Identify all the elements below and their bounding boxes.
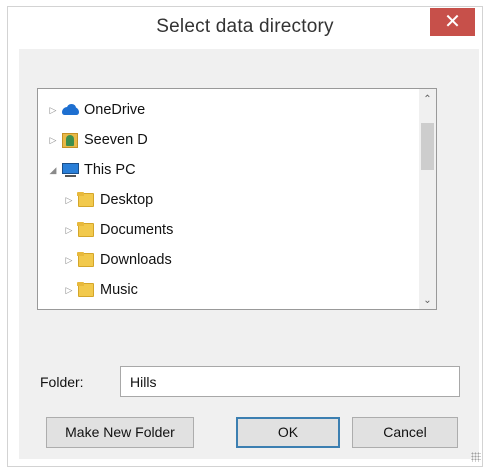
resize-grip-icon[interactable] [471,452,481,462]
tree-item-desktop[interactable]: ▷ Desktop [64,189,153,211]
tree-item-music[interactable]: ▷ Music [64,279,138,301]
folder-name-input[interactable] [120,366,460,397]
scroll-down-icon[interactable]: ⌄ [419,292,436,309]
tree-item-label: Desktop [100,192,154,208]
tree-item-documents[interactable]: ▷ Documents [64,219,173,241]
expand-arrow-icon[interactable]: ▷ [64,285,74,296]
ok-button[interactable]: OK [236,417,340,448]
tree-item-label: Music [100,282,138,298]
tree-item-label: OneDrive [84,102,146,118]
tree-item-label: Seeven D [84,132,148,148]
tree-item-onedrive[interactable]: ▷ OneDrive [48,99,146,121]
tree-item-label: This PC [84,162,136,178]
dialog-title: Select data directory [156,16,334,37]
tree-item-downloads[interactable]: ▷ Downloads [64,249,172,271]
cancel-button[interactable]: Cancel [352,417,458,448]
documents-folder-icon [77,222,95,238]
collapse-arrow-icon[interactable]: ◢ [48,165,58,176]
expand-arrow-icon[interactable]: ▷ [64,225,74,236]
title-bar[interactable]: Select data directory ✕ [8,7,482,48]
scroll-up-icon[interactable]: ⌃ [419,91,436,108]
computer-icon [61,162,79,178]
close-button[interactable]: ✕ [430,8,475,36]
tree-item-this-pc[interactable]: ◢ This PC [48,159,136,181]
user-folder-icon [61,132,79,148]
make-new-folder-button[interactable]: Make New Folder [46,417,194,448]
tree-item-seeven-d[interactable]: ▷ Seeven D [48,129,148,151]
downloads-folder-icon [77,252,95,268]
scrollbar-thumb[interactable] [421,123,434,170]
expand-arrow-icon[interactable]: ▷ [48,135,58,146]
music-folder-icon [77,282,95,298]
onedrive-icon [61,102,79,118]
folder-tree[interactable]: ▷ OneDrive ▷ Seeven D ◢ This PC ▷ Deskto… [37,88,437,310]
tree-item-label: Downloads [100,252,172,268]
expand-arrow-icon[interactable]: ▷ [64,255,74,266]
desktop-folder-icon [77,192,95,208]
folder-label: Folder: [40,374,84,390]
expand-arrow-icon[interactable]: ▷ [64,195,74,206]
vertical-scrollbar[interactable]: ⌃ ⌄ [419,89,436,309]
close-icon: ✕ [444,11,461,33]
expand-arrow-icon[interactable]: ▷ [48,105,58,116]
tree-item-label: Documents [100,222,174,238]
